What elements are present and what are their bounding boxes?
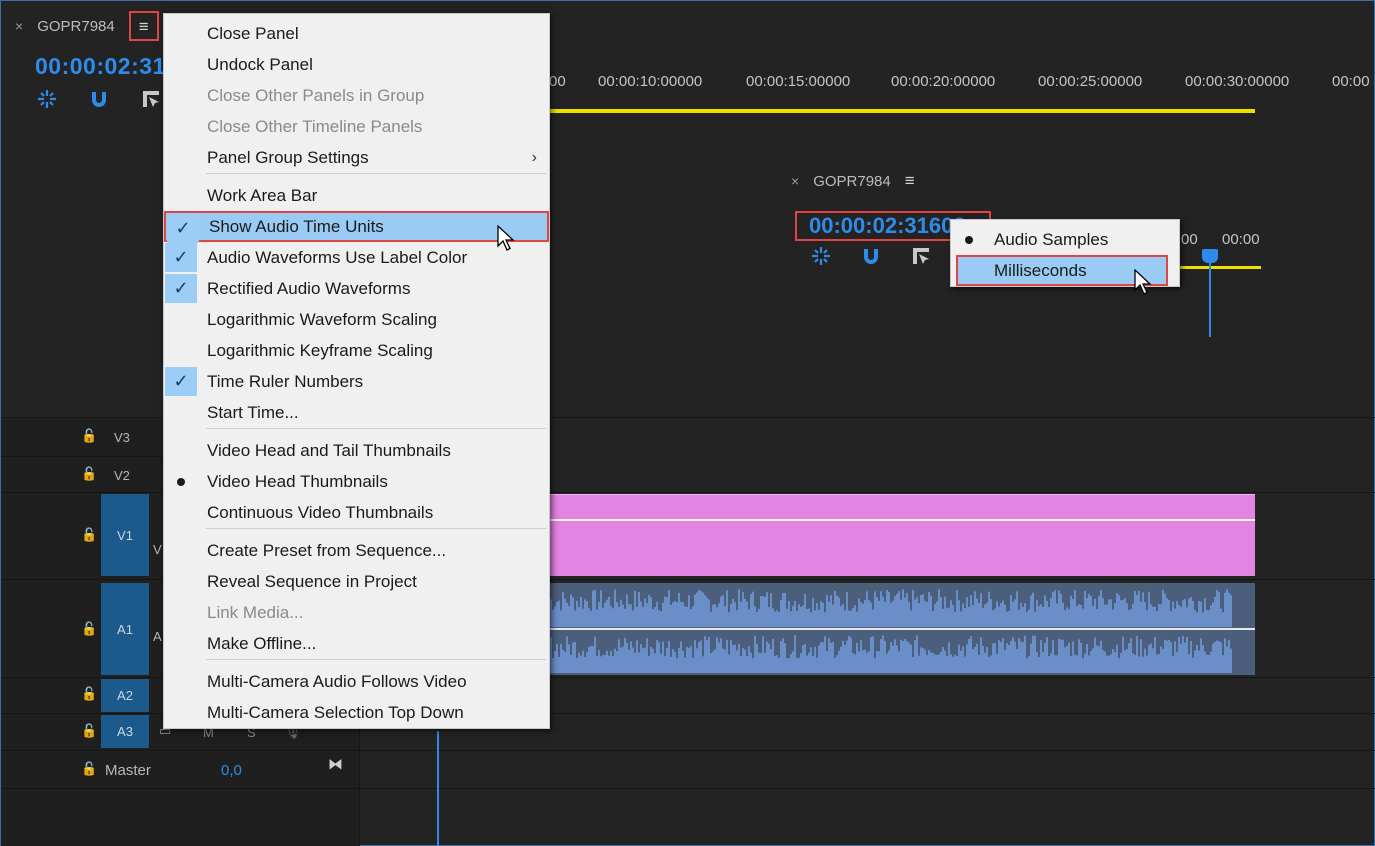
ruler-label: 00:00:30:00000 [1185, 73, 1290, 90]
playhead-line[interactable] [1209, 253, 1211, 337]
timeline-panel-tab[interactable]: × GOPR7984 ≡ [15, 11, 159, 41]
ruler-label: 00 [1181, 231, 1198, 248]
menu-item-multicam-selection-top-down[interactable]: Multi-Camera Selection Top Down [164, 697, 549, 728]
snap-magnet-icon[interactable] [859, 245, 883, 267]
menu-item-panel-group-settings[interactable]: Panel Group Settings › [164, 142, 549, 173]
close-tab-icon[interactable]: × [791, 173, 799, 189]
checkmark-icon: ✓ [165, 367, 197, 396]
mouse-cursor-icon [1134, 269, 1152, 295]
lock-icon[interactable]: 🔓 [81, 621, 97, 637]
menu-separator [206, 428, 546, 429]
menu-item-undock-panel[interactable]: Undock Panel [164, 49, 549, 80]
menu-item-start-time[interactable]: Start Time... [164, 397, 549, 428]
lock-icon[interactable]: 🔓 [81, 723, 97, 739]
track-name-v1: V1 [117, 527, 133, 543]
checkmark-icon: ✓ [165, 274, 197, 303]
menu-separator [206, 659, 546, 660]
ruler-label: 00:00:25:00000 [1038, 73, 1143, 90]
track-target-a3[interactable]: A3 [101, 715, 149, 748]
menu-item-time-ruler-numbers[interactable]: ✓ Time Ruler Numbers [164, 366, 549, 397]
track-name-v3: V3 [114, 430, 130, 445]
track-label-v1: V [153, 542, 162, 557]
playhead-timecode[interactable]: 00:00:02:31 [35, 53, 165, 80]
track-name-v2: V2 [114, 468, 130, 483]
panel-menu-icon[interactable]: ≡ [128, 11, 159, 41]
track-name-a2: A2 [117, 688, 133, 703]
track-target-a1[interactable]: A1 [101, 583, 149, 675]
track-target-v1[interactable]: V1 [101, 494, 149, 576]
inset-timeline-tools [809, 245, 933, 267]
track-name-a1: A1 [117, 621, 133, 637]
linked-selection-icon[interactable] [909, 245, 933, 267]
lock-icon[interactable]: 🔓 [81, 428, 97, 444]
nest-toggle-icon[interactable] [809, 245, 833, 267]
menu-item-make-offline[interactable]: Make Offline... [164, 628, 549, 659]
lock-icon[interactable]: 🔓 [81, 686, 97, 702]
track-name-a3: A3 [117, 724, 133, 739]
premiere-timeline-window: × GOPR7984 ≡ 00:00:02:31 00 00:00:10:000… [0, 0, 1375, 846]
menu-item-work-area-bar[interactable]: Work Area Bar [164, 180, 549, 211]
lock-icon[interactable]: 🔓 [81, 466, 97, 482]
menu-item-head-tail-thumbnails[interactable]: Video Head and Tail Thumbnails [164, 435, 549, 466]
menu-item-close-panel[interactable]: Close Panel [164, 18, 549, 49]
radio-dot-icon [177, 477, 185, 486]
chevron-right-icon: › [531, 148, 537, 166]
lock-icon[interactable]: 🔓 [81, 761, 97, 777]
ruler-label: 00:00:10:00000 [598, 73, 703, 90]
ruler-label: 00:00:15:00000 [746, 73, 851, 90]
checkmark-icon: ✓ [165, 243, 197, 272]
menu-separator [206, 173, 546, 174]
menu-item-waveforms-label-color[interactable]: ✓ Audio Waveforms Use Label Color [164, 242, 549, 273]
audio-clip[interactable] [549, 583, 1255, 675]
playhead-line[interactable] [437, 731, 439, 846]
nest-toggle-icon[interactable] [35, 88, 59, 110]
lock-icon[interactable]: 🔓 [81, 527, 97, 543]
track-label-a1: A [153, 629, 162, 644]
menu-item-link-media: Link Media... [207, 602, 304, 622]
menu-separator [206, 528, 546, 529]
mouse-cursor-icon [497, 225, 515, 251]
inset-panel-tab[interactable]: × GOPR7984 ≡ [791, 171, 915, 191]
track-target-a2[interactable]: A2 [101, 679, 149, 712]
menu-item-multicam-audio-follows[interactable]: Multi-Camera Audio Follows Video [164, 666, 549, 697]
master-label: Master [105, 762, 151, 779]
menu-item-continuous-thumbnails[interactable]: Continuous Video Thumbnails [164, 497, 549, 528]
menu-item-log-waveform-scaling[interactable]: Logarithmic Waveform Scaling [164, 304, 549, 335]
timeline-panel-menu: Close Panel Undock Panel Close Other Panel… [163, 13, 550, 729]
ruler-label: 00 [549, 73, 566, 90]
menu-item-audio-samples[interactable]: Audio Samples [951, 224, 1179, 255]
playhead-handle[interactable] [1202, 249, 1218, 263]
sequence-title: GOPR7984 [813, 172, 891, 190]
menu-item-reveal-sequence[interactable]: Reveal Sequence in Project [164, 566, 549, 597]
ruler-label: 00:00 [1222, 231, 1260, 248]
menu-item-close-other-timeline-panels: Close Other Timeline Panels [207, 116, 423, 136]
go-to-edit-icon[interactable]: ⧓ [328, 755, 343, 773]
work-area-bar[interactable] [1179, 266, 1261, 269]
sequence-title: GOPR7984 [37, 17, 115, 35]
menu-item-log-keyframe-scaling[interactable]: Logarithmic Keyframe Scaling [164, 335, 549, 366]
video-clip[interactable] [549, 494, 1255, 576]
ruler-label: 00:00 [1332, 73, 1370, 90]
ruler-label: 00:00:20:00000 [891, 73, 996, 90]
audio-waveform [549, 589, 1255, 673]
linked-selection-icon[interactable] [139, 88, 163, 110]
checkmark-icon: ✓ [167, 214, 199, 243]
panel-menu-icon[interactable]: ≡ [905, 171, 915, 191]
work-area-bar[interactable] [549, 109, 1255, 113]
master-volume[interactable]: 0,0 [221, 762, 242, 779]
close-tab-icon[interactable]: × [15, 18, 23, 34]
radio-dot-icon [965, 235, 973, 244]
menu-item-head-thumbnails[interactable]: Video Head Thumbnails [164, 466, 549, 497]
menu-item-show-audio-time-units[interactable]: ✓ Show Audio Time Units [164, 211, 549, 243]
menu-item-create-preset[interactable]: Create Preset from Sequence... [164, 535, 549, 566]
snap-magnet-icon[interactable] [87, 88, 111, 110]
timeline-tools [35, 88, 163, 110]
divider [1, 788, 1375, 789]
menu-item-rectified-waveforms[interactable]: ✓ Rectified Audio Waveforms [164, 273, 549, 304]
menu-item-close-other-panels: Close Other Panels in Group [207, 85, 425, 105]
divider [1, 750, 1375, 751]
